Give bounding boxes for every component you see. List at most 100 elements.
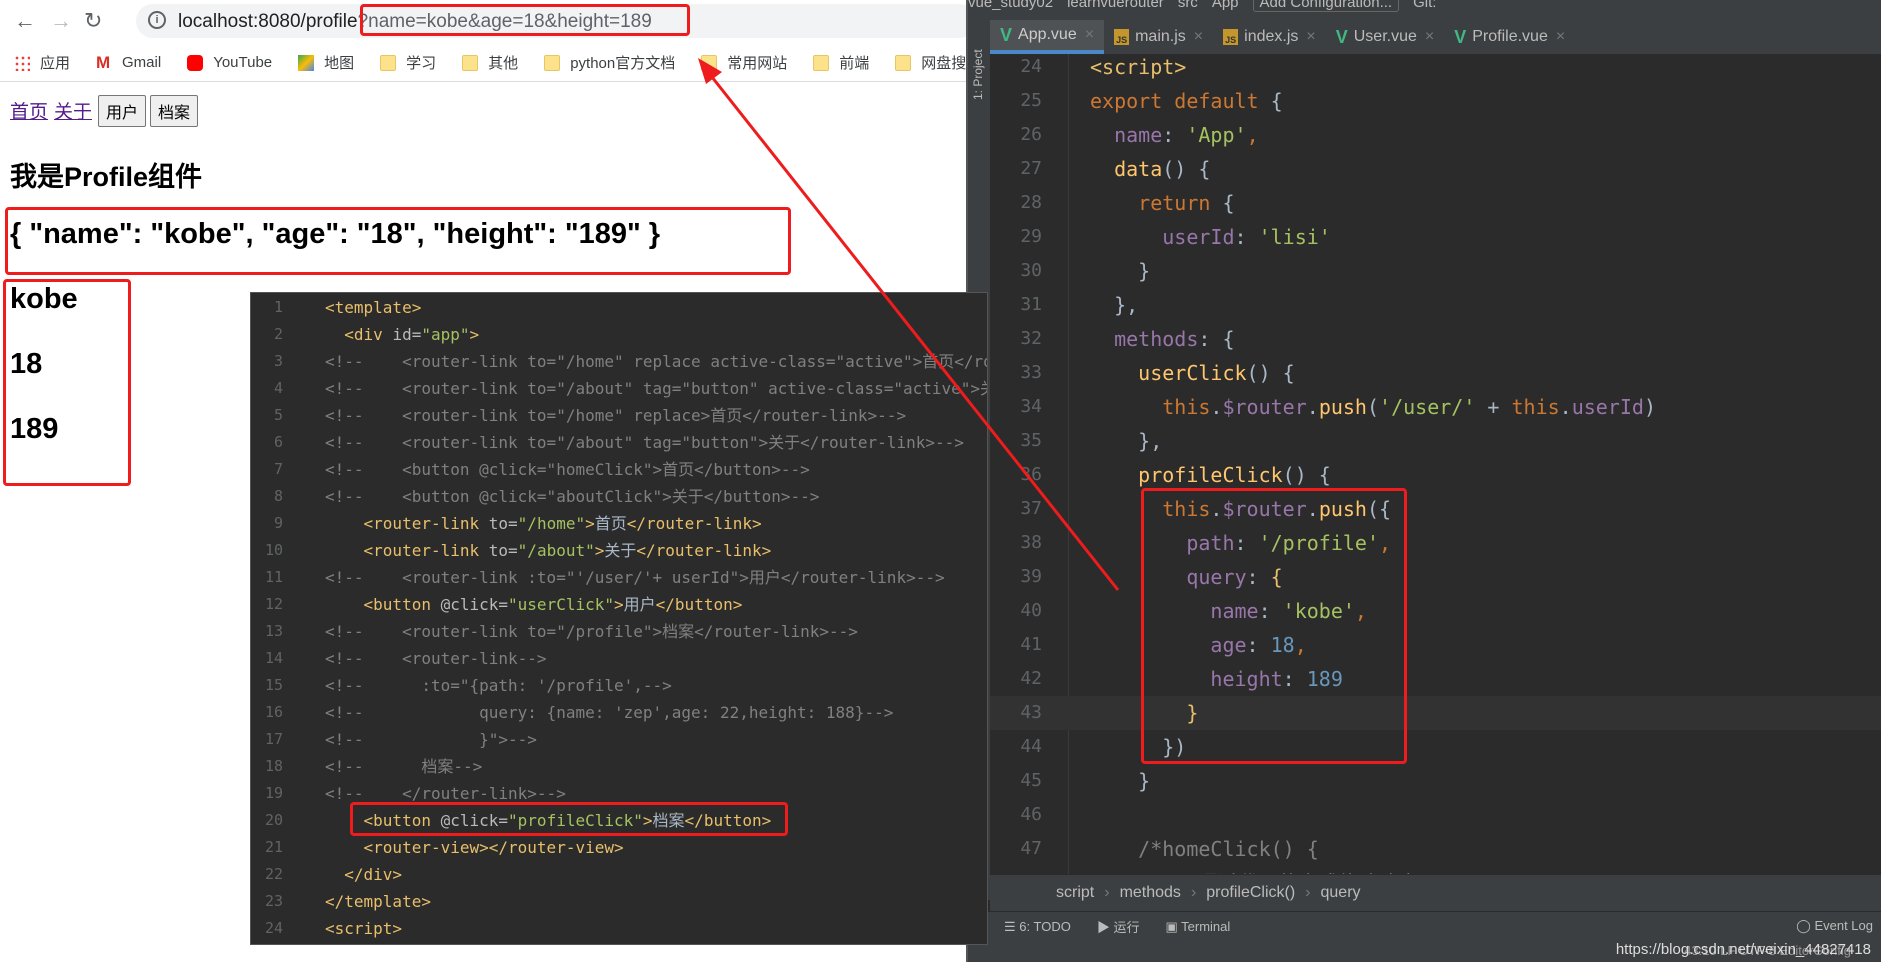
bookmark-folder[interactable]: 常用网站 bbox=[701, 52, 787, 73]
bookmark-label: 地图 bbox=[324, 55, 355, 72]
bookmark-label: 其他 bbox=[488, 55, 519, 72]
chevron-right-icon: › bbox=[1190, 884, 1197, 901]
code-token: . bbox=[1559, 395, 1572, 419]
close-icon[interactable]: × bbox=[1425, 28, 1434, 46]
terminal-label: Terminal bbox=[1181, 918, 1231, 934]
code-token: + bbox=[1475, 395, 1512, 419]
code-line: 22 </div> bbox=[251, 861, 987, 888]
tab-app-vue[interactable]: V App.vue × bbox=[990, 20, 1105, 54]
crumb-methods[interactable]: methods bbox=[1120, 884, 1181, 902]
terminal-icon: ▣ bbox=[1165, 918, 1182, 934]
line-number: 40 bbox=[1020, 600, 1042, 621]
bookmark-folder[interactable]: 前端 bbox=[813, 52, 869, 73]
code-token: <!-- <button @click="aboutClick">关于</but… bbox=[325, 487, 820, 506]
ide-navbar: vue_study02 learnvuerouter src App Add Confi… bbox=[968, 0, 1881, 20]
tab-profile-vue[interactable]: V Profile.vue × bbox=[1444, 20, 1575, 54]
code-line: 24 <script> bbox=[251, 915, 987, 942]
close-icon[interactable]: × bbox=[1085, 26, 1094, 44]
bookmark-apps[interactable]: 应用 bbox=[14, 52, 70, 73]
code-line: 10 <router-link to="/about">关于</router-l… bbox=[251, 537, 987, 564]
bookmark-gmail[interactable]: M Gmail bbox=[96, 52, 161, 72]
folder-crumb[interactable]: learnvuerouter bbox=[1067, 0, 1164, 11]
code-token: <!-- <button @click="homeClick">首页</butt… bbox=[325, 460, 810, 479]
home-link[interactable]: 首页 bbox=[10, 102, 48, 123]
back-arrow-icon[interactable]: ← bbox=[14, 8, 36, 34]
code-line: 14 <!-- <router-link--> bbox=[251, 645, 987, 672]
tab-index-js[interactable]: JS index.js × bbox=[1213, 20, 1326, 54]
reload-icon[interactable]: ↻ bbox=[84, 8, 102, 34]
line-number: 48 bbox=[1000, 866, 1042, 874]
template-editor-overlay[interactable]: 1 <template> 2 <div id="app"> 3 <!-- <router… bbox=[250, 292, 988, 945]
crumb-profileclick[interactable]: profileClick() bbox=[1206, 884, 1295, 902]
tab-main-js[interactable]: JS main.js × bbox=[1104, 20, 1213, 54]
code-token: <!-- query: {name: 'zep',age: 22,height:… bbox=[325, 703, 894, 722]
code-line: 39 query: { bbox=[990, 560, 1881, 594]
code-text: </div> bbox=[325, 861, 402, 888]
code-line: 29 userId: 'lisi' bbox=[990, 220, 1881, 254]
event-log-icon: ◯ bbox=[1796, 918, 1815, 933]
code-text: export default { bbox=[1090, 84, 1283, 118]
run-tool-button[interactable]: ▶ 运行 bbox=[1097, 917, 1140, 936]
code-token: /*homeClick() { bbox=[1090, 837, 1319, 861]
file-crumb[interactable]: App bbox=[1212, 0, 1239, 11]
line-number: 23 bbox=[264, 892, 283, 910]
crumb-script[interactable]: script bbox=[1056, 884, 1094, 902]
git-label: Git: bbox=[1413, 0, 1437, 11]
code-text: <!-- <router-link--> bbox=[325, 645, 547, 672]
code-token: 'App' bbox=[1186, 123, 1247, 147]
forward-arrow-icon[interactable]: → bbox=[50, 8, 72, 34]
tab-user-vue[interactable]: V User.vue × bbox=[1326, 20, 1445, 54]
code-line: 24 <script> bbox=[990, 54, 1881, 84]
code-text: <!-- <button @click="homeClick">首页</butt… bbox=[325, 456, 810, 483]
code-line: 37 this.$router.push({ bbox=[990, 492, 1881, 526]
add-configuration-button[interactable]: Add Configuration... bbox=[1252, 0, 1400, 12]
bookmarks-bar: 应用 M Gmail YouTube 地图 学习 其他 python官方文档 常用… bbox=[0, 44, 966, 82]
code-line: 3 <!-- <router-link to="/home" replace ac… bbox=[251, 348, 987, 375]
code-text: <!-- <router-link to="/about" tag="butto… bbox=[325, 429, 964, 456]
code-text: <router-link to="/home">首页</router-link> bbox=[325, 510, 762, 537]
code-token: }, bbox=[1090, 293, 1139, 317]
event-log-button[interactable]: ◯ Event Log bbox=[1796, 918, 1873, 934]
play-icon: ▶ bbox=[1096, 920, 1114, 935]
close-icon[interactable]: × bbox=[1556, 28, 1565, 46]
bookmark-youtube[interactable]: YouTube bbox=[187, 54, 272, 71]
close-icon[interactable]: × bbox=[1306, 28, 1315, 46]
info-icon[interactable]: i bbox=[148, 11, 166, 29]
code-text: // 通过代码的方式修改路由 vue-router bbox=[1090, 866, 1551, 874]
terminal-tool-button[interactable]: ▣ Terminal bbox=[1165, 919, 1230, 935]
close-icon[interactable]: × bbox=[1194, 28, 1203, 46]
profile-button[interactable]: 档案 bbox=[150, 95, 199, 127]
code-line: 4 <!-- <router-link to="/about" tag="butt… bbox=[251, 375, 987, 402]
code-line: 16 <!-- query: {name: 'zep',age: 22,heigh… bbox=[251, 699, 987, 726]
code-token: name bbox=[1090, 123, 1163, 147]
bookmark-folder[interactable]: 其他 bbox=[462, 52, 518, 73]
folder-crumb[interactable]: src bbox=[1178, 0, 1198, 11]
page-heading: 我是Profile组件 bbox=[10, 162, 203, 192]
code-breadcrumbs: script › methods › profileClick() › query bbox=[990, 875, 1881, 911]
user-button[interactable]: 用户 bbox=[98, 95, 147, 127]
status-bar: 43:10 LF UTF-8 EditorConfig https://blog… bbox=[968, 941, 1881, 962]
about-link[interactable]: 关于 bbox=[54, 102, 92, 123]
line-number: 6 bbox=[273, 433, 283, 451]
code-token: <!-- 档案--> bbox=[325, 757, 483, 776]
code-token: @click= bbox=[440, 595, 509, 614]
bookmark-folder[interactable]: 学习 bbox=[380, 52, 436, 73]
project-label[interactable]: 1: Project bbox=[971, 49, 985, 100]
bookmark-maps[interactable]: 地图 bbox=[298, 52, 354, 73]
code-line: 27 data() { bbox=[990, 152, 1881, 186]
code-line: 31 }, bbox=[990, 288, 1881, 322]
todo-label: 6: TODO bbox=[1019, 918, 1071, 934]
code-token: <!-- <router-link :to="'/user/'+ userId"… bbox=[325, 568, 945, 587]
code-text: <template> bbox=[325, 294, 421, 321]
gmail-icon: M bbox=[96, 52, 111, 72]
code-token: return bbox=[1090, 191, 1223, 215]
todo-tool-button[interactable]: ☰ 6: TODO bbox=[1004, 919, 1071, 935]
code-text: <!-- <router-link to="/about" tag="butto… bbox=[325, 375, 987, 402]
bookmark-folder[interactable]: python官方文档 bbox=[544, 52, 675, 73]
main-editor[interactable]: 24 <script> 25 export default {26 name: 'Ap… bbox=[990, 54, 1881, 874]
project-crumb[interactable]: vue_study02 bbox=[968, 0, 1053, 11]
crumb-query[interactable]: query bbox=[1321, 884, 1361, 902]
bookmark-folder[interactable]: 网盘搜 bbox=[895, 52, 966, 73]
tab-label: App.vue bbox=[1018, 26, 1077, 43]
code-token: to= bbox=[488, 541, 518, 560]
